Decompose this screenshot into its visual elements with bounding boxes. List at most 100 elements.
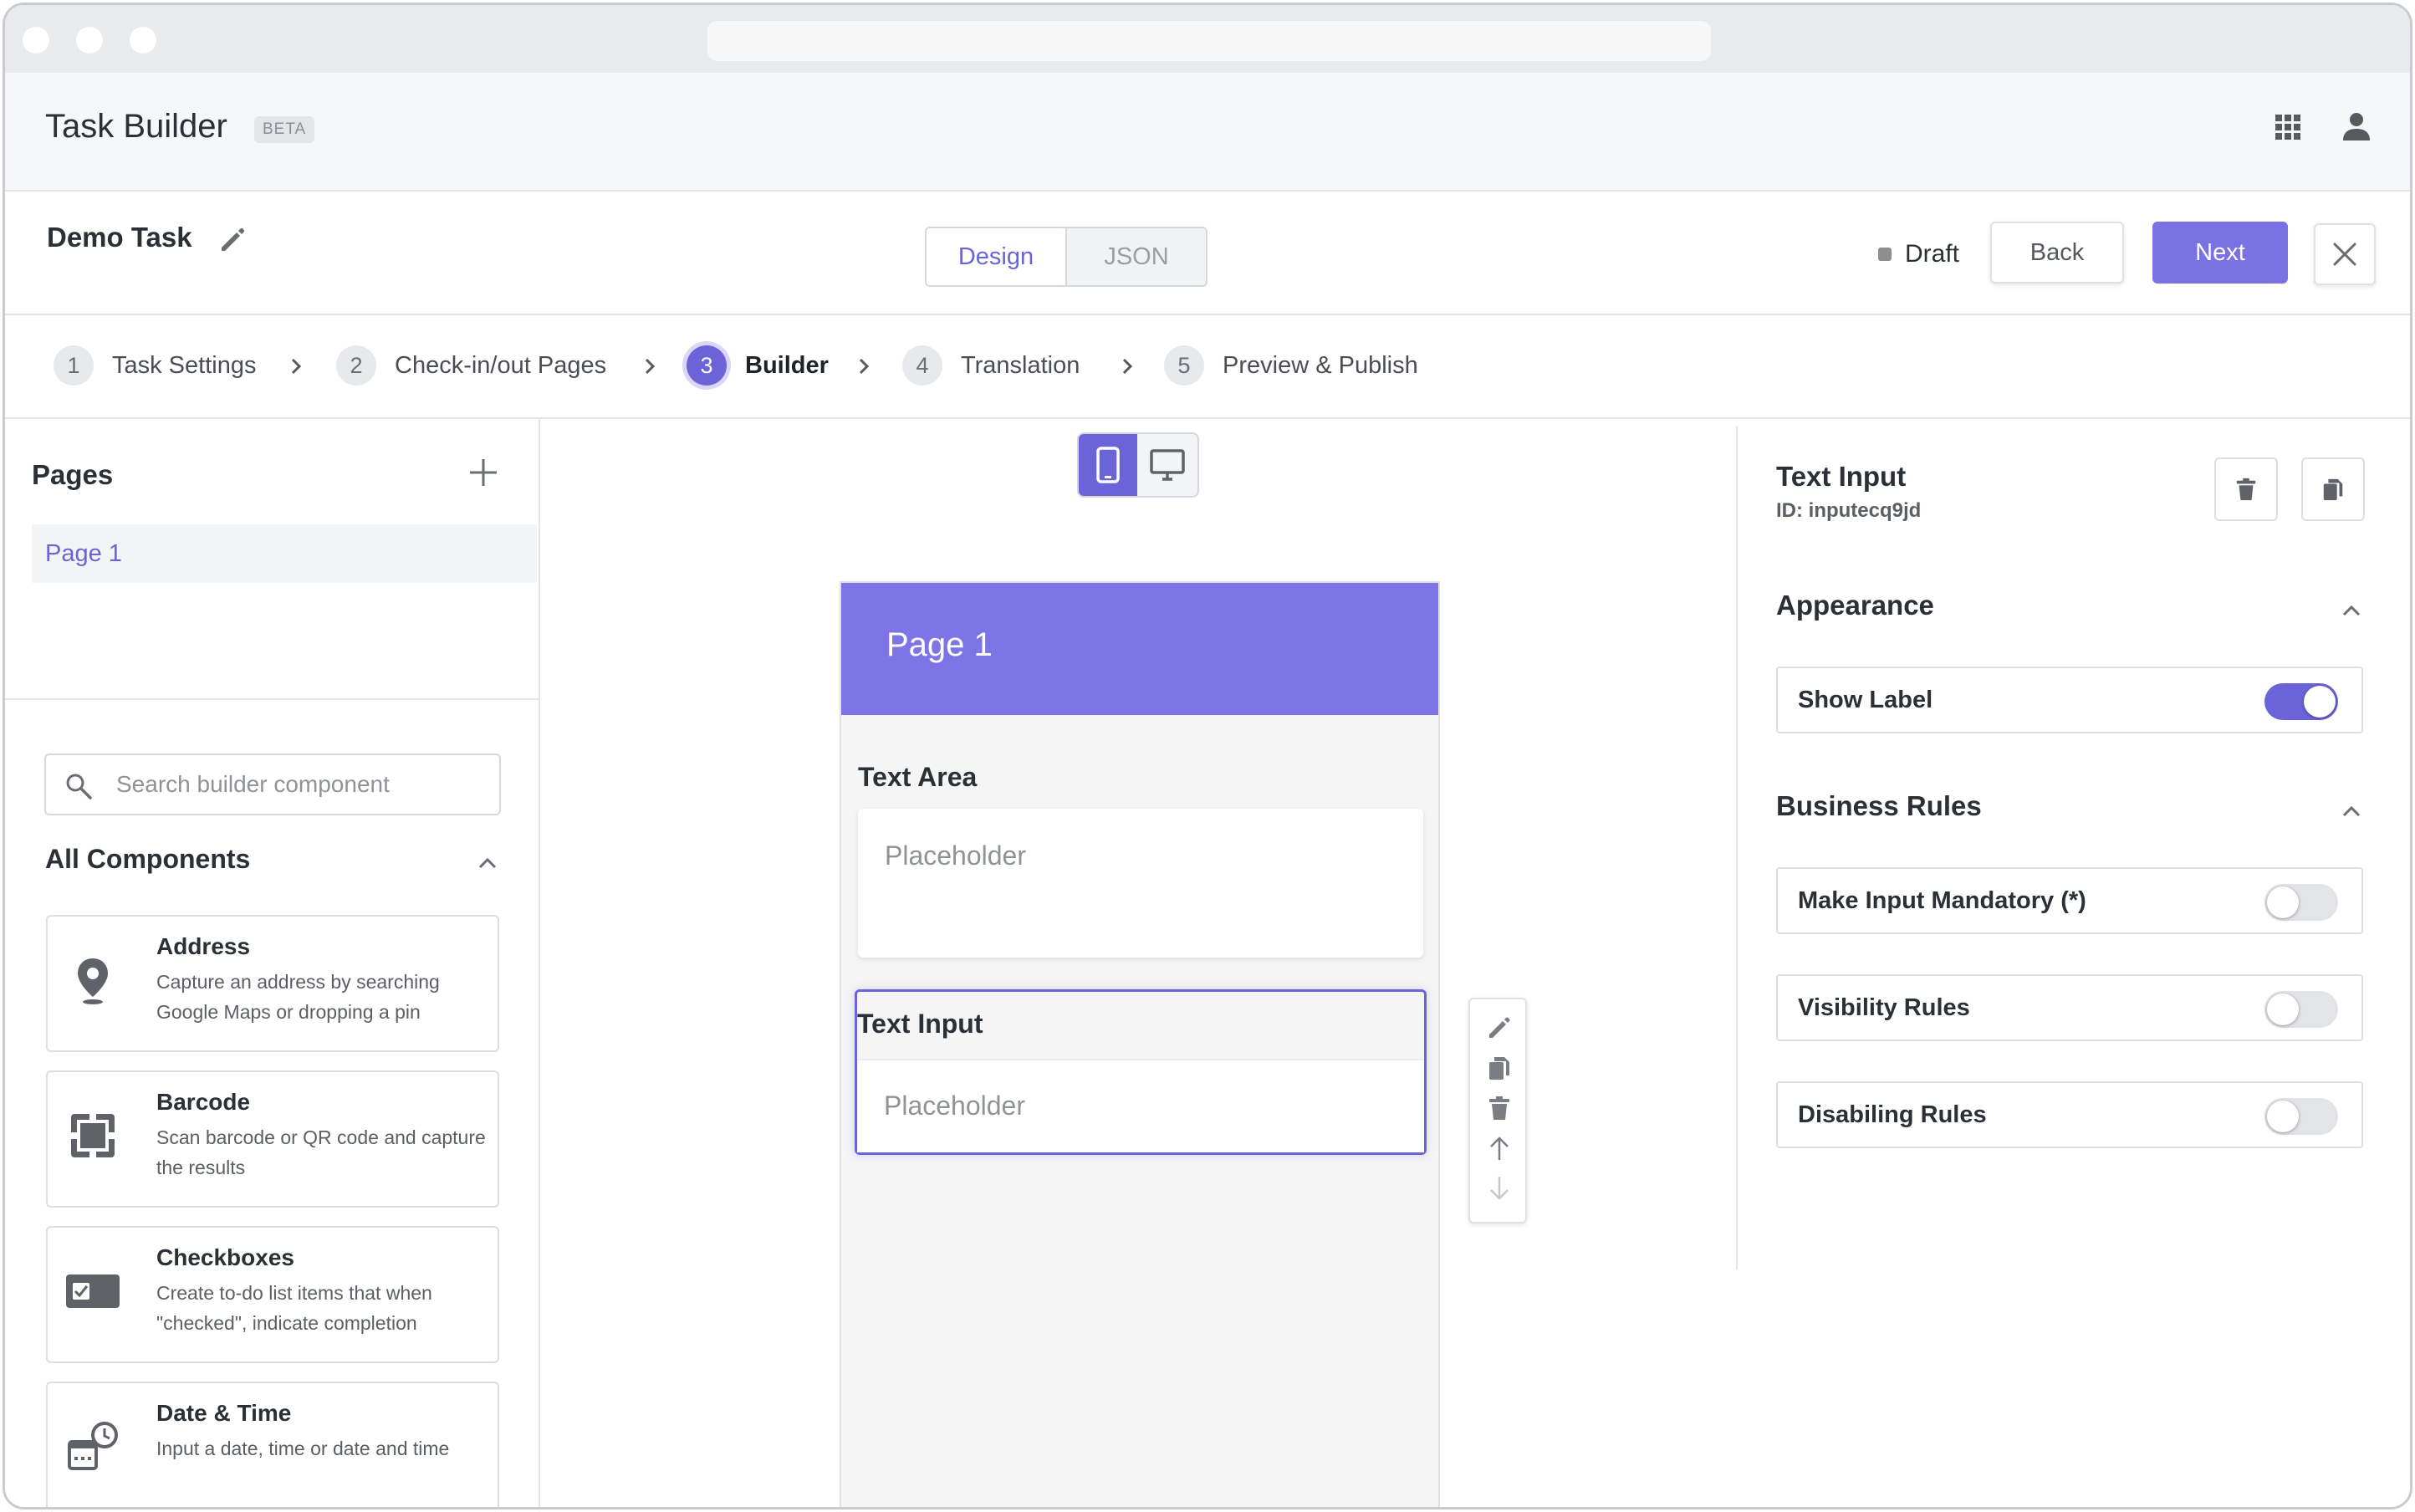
- window-maximize-dot[interactable]: [130, 27, 156, 54]
- window-minimize-dot[interactable]: [76, 27, 103, 54]
- step-task-settings[interactable]: 1 Task Settings: [54, 345, 256, 386]
- disabling-rules-toggle[interactable]: [2264, 1098, 2338, 1135]
- barcode-scan-icon: [71, 1114, 115, 1157]
- mobile-page-preview: Page 1 Text Area Placeholder Text Input …: [840, 581, 1440, 1507]
- step-number: 4: [902, 345, 942, 386]
- component-description: Scan barcode or QR code and capture the …: [156, 1126, 486, 1178]
- component-description: Create to-do list items that when "check…: [156, 1282, 432, 1334]
- next-button[interactable]: Next: [2152, 222, 2288, 284]
- left-sidebar: Pages Page 1 All Components Address Capt…: [5, 419, 540, 1507]
- chevron-up-icon[interactable]: [476, 852, 499, 876]
- duplicate-component-button[interactable]: [2301, 457, 2365, 521]
- step-label: Task Settings: [112, 351, 257, 379]
- mobile-view-button[interactable]: [1079, 434, 1137, 496]
- step-number: 2: [336, 345, 376, 386]
- browser-window: Task Builder BETA Demo Task Design JSON …: [3, 3, 2412, 1509]
- option-label: Disabiling Rules: [1798, 1101, 1987, 1128]
- step-translation[interactable]: 4 Translation: [902, 345, 1080, 386]
- text-area-placeholder: Placeholder: [885, 840, 1026, 871]
- arrow-down-icon[interactable]: [1486, 1175, 1513, 1202]
- map-pin-icon: [78, 958, 108, 1004]
- component-card-date-time[interactable]: Date & Time Input a date, time or date a…: [46, 1382, 499, 1507]
- user-icon[interactable]: [2341, 110, 2372, 142]
- properties-panel: Text Input ID: inputecq9jd Appearance Sh…: [1736, 419, 2410, 1507]
- step-preview-publish[interactable]: 5 Preview & Publish: [1164, 345, 1418, 386]
- arrow-up-icon[interactable]: [1486, 1135, 1513, 1162]
- business-rules-heading: Business Rules: [1776, 790, 1982, 821]
- step-builder[interactable]: 3 Builder: [687, 345, 829, 386]
- component-card-barcode[interactable]: Barcode Scan barcode or QR code and capt…: [46, 1070, 499, 1208]
- component-search: [44, 753, 501, 815]
- mandatory-toggle[interactable]: [2264, 884, 2338, 921]
- option-label: Make Input Mandatory (*): [1798, 887, 2086, 914]
- component-description: Input a date, time or date and time: [156, 1438, 450, 1459]
- toggle-knob: [2267, 886, 2299, 918]
- checkbox-icon: [66, 1274, 120, 1308]
- search-icon: [66, 774, 92, 799]
- toggle-knob: [2304, 686, 2336, 718]
- component-name: Date & Time: [156, 1400, 292, 1426]
- trash-icon: [2236, 478, 2256, 501]
- close-button[interactable]: [2314, 223, 2376, 285]
- pencil-icon[interactable]: [1486, 1014, 1513, 1041]
- toggle-knob: [2267, 994, 2299, 1025]
- page-list-item[interactable]: Page 1: [32, 524, 537, 583]
- window-close-dot[interactable]: [23, 27, 49, 54]
- component-id: ID: inputecq9jd: [1776, 499, 1922, 522]
- view-mode-toggle: Design JSON: [925, 227, 1208, 287]
- step-number: 3: [687, 345, 727, 386]
- trash-icon[interactable]: [1486, 1095, 1513, 1121]
- component-description: Capture an address by searching Google M…: [156, 971, 440, 1023]
- tab-json[interactable]: JSON: [1067, 228, 1206, 285]
- duplicate-icon[interactable]: [1486, 1055, 1513, 1081]
- text-area-field[interactable]: Placeholder: [858, 809, 1423, 958]
- step-label: Preview & Publish: [1223, 351, 1418, 379]
- desktop-view-button[interactable]: [1137, 434, 1197, 496]
- address-bar[interactable]: [707, 21, 1711, 61]
- chevron-right-icon: [1122, 358, 1133, 375]
- component-name: Checkboxes: [156, 1244, 294, 1270]
- show-label-toggle[interactable]: [2264, 683, 2338, 720]
- text-input-label: Text Input: [857, 1009, 983, 1039]
- divider: [5, 698, 540, 700]
- step-check-in-out-pages[interactable]: 2 Check-in/out Pages: [336, 345, 606, 386]
- appearance-heading: Appearance: [1776, 590, 1934, 621]
- tab-design[interactable]: Design: [927, 228, 1067, 285]
- toggle-knob: [2267, 1101, 2299, 1132]
- step-label: Builder: [745, 351, 829, 379]
- component-card-address[interactable]: Address Capture an address by searching …: [46, 915, 499, 1052]
- close-icon: [2333, 243, 2356, 266]
- task-name: Demo Task: [47, 222, 192, 253]
- chevron-right-icon: [291, 358, 302, 375]
- option-disabling-rules: Disabiling Rules: [1776, 1081, 2363, 1148]
- chevron-up-icon[interactable]: [2340, 800, 2363, 824]
- option-make-input-mandatory: Make Input Mandatory (*): [1776, 867, 2363, 934]
- status-indicator: [1878, 248, 1892, 261]
- component-card-checkboxes[interactable]: Checkboxes Create to-do list items that …: [46, 1226, 499, 1363]
- progress-stepper: 1 Task Settings 2 Check-in/out Pages 3 B…: [5, 315, 2410, 419]
- device-preview-toggle: [1077, 432, 1199, 498]
- chevron-up-icon[interactable]: [2340, 600, 2363, 623]
- search-input[interactable]: [116, 765, 484, 804]
- delete-component-button[interactable]: [2214, 457, 2278, 521]
- selected-component-title: Text Input: [1776, 461, 1907, 492]
- text-input-field[interactable]: Placeholder: [857, 1059, 1424, 1152]
- step-number: 1: [54, 345, 94, 386]
- component-name: Barcode: [156, 1089, 251, 1115]
- pages-heading: Pages: [32, 459, 114, 490]
- text-area-label: Text Area: [858, 762, 978, 792]
- back-button[interactable]: Back: [1990, 222, 2124, 284]
- step-number: 5: [1164, 345, 1204, 386]
- option-show-label: Show Label: [1776, 667, 2363, 733]
- pencil-icon[interactable]: [217, 225, 248, 255]
- all-components-heading: All Components: [45, 844, 251, 874]
- text-input-block-selected[interactable]: Text Input Placeholder: [855, 989, 1427, 1155]
- plus-icon[interactable]: [467, 456, 500, 489]
- visibility-rules-toggle[interactable]: [2264, 991, 2338, 1028]
- grid-icon[interactable]: [2275, 115, 2300, 140]
- mobile-phone-icon: [1096, 447, 1120, 483]
- option-label: Show Label: [1798, 687, 1933, 713]
- duplicate-icon: [2323, 478, 2343, 501]
- divider: [1736, 426, 1738, 1270]
- browser-chrome: [5, 5, 2410, 73]
